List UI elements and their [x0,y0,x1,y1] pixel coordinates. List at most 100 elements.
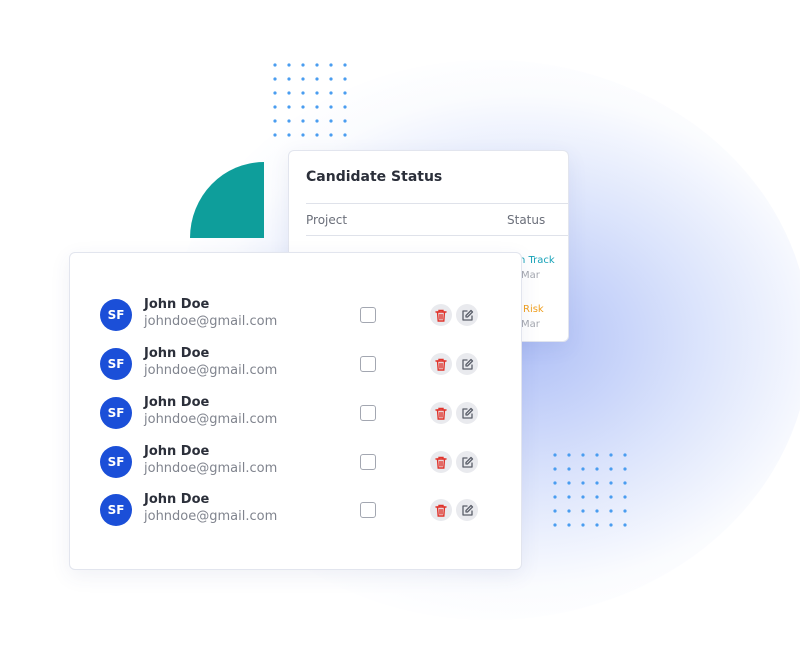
list-item: SF John Doe johndoe@gmail.com [70,297,521,339]
select-checkbox[interactable] [360,307,376,323]
dot [581,495,585,499]
candidate-status-title: Candidate Status [306,169,443,185]
dot [301,91,305,95]
dot [553,509,557,513]
trash-icon [435,358,447,371]
avatar: SF [100,299,132,331]
avatar: SF [100,348,132,380]
user-email: johndoe@gmail.com [144,509,278,524]
dot [301,133,305,137]
delete-button[interactable] [430,304,452,326]
dot [581,481,585,485]
dot [595,495,599,499]
edit-button[interactable] [456,304,478,326]
delete-button[interactable] [430,499,452,521]
dot [581,467,585,471]
dot [343,63,347,67]
dot [567,467,571,471]
trash-icon [435,456,447,469]
dot [287,133,291,137]
edit-button[interactable] [456,353,478,375]
dot [595,523,599,527]
dot [623,509,627,513]
avatar-initials: SF [107,503,125,517]
avatar: SF [100,397,132,429]
dot-grid-top [272,62,352,142]
dot [301,119,305,123]
column-header-project: Project [306,213,348,227]
user-email: johndoe@gmail.com [144,412,278,427]
dot [287,63,291,67]
dot [329,91,333,95]
dot [623,467,627,471]
user-email: johndoe@gmail.com [144,363,278,378]
dot [273,91,277,95]
delete-button[interactable] [430,402,452,424]
list-item: SF John Doe johndoe@gmail.com [70,346,521,388]
user-name: John Doe [144,297,210,312]
user-name: John Doe [144,492,210,507]
dot [273,105,277,109]
avatar: SF [100,446,132,478]
user-email: johndoe@gmail.com [144,461,278,476]
trash-icon [435,504,447,517]
user-name: John Doe [144,395,210,410]
dot [553,453,557,457]
dot [287,77,291,81]
divider [306,235,568,236]
dot [609,467,613,471]
select-checkbox[interactable] [360,356,376,372]
dot [623,523,627,527]
edit-button[interactable] [456,402,478,424]
dot [301,63,305,67]
status-label: Risk [523,304,544,315]
select-checkbox[interactable] [360,405,376,421]
dot [329,105,333,109]
user-list-card: SF John Doe johndoe@gmail.com SF John Do… [69,252,522,570]
dot [553,523,557,527]
dot [595,467,599,471]
dot [343,105,347,109]
edit-button[interactable] [456,499,478,521]
dot [273,133,277,137]
column-header-status: Status [507,213,546,227]
delete-button[interactable] [430,353,452,375]
dot [553,467,557,471]
user-name: John Doe [144,346,210,361]
list-item: SF John Doe johndoe@gmail.com [70,444,521,486]
select-checkbox[interactable] [360,502,376,518]
dot [581,453,585,457]
edit-icon [461,504,473,516]
avatar-initials: SF [107,308,125,322]
trash-icon [435,309,447,322]
dot [329,63,333,67]
dot [273,77,277,81]
dot-grid-bottom [552,452,632,532]
delete-button[interactable] [430,451,452,473]
dot [315,63,319,67]
dot [343,91,347,95]
dot [623,481,627,485]
avatar-initials: SF [107,455,125,469]
dot [315,133,319,137]
dot [315,77,319,81]
dot [623,453,627,457]
user-name: John Doe [144,444,210,459]
divider [306,203,568,204]
dot [623,495,627,499]
select-checkbox[interactable] [360,454,376,470]
trash-icon [435,407,447,420]
dot [609,523,613,527]
user-email: johndoe@gmail.com [144,314,278,329]
dot [343,77,347,81]
dot [343,119,347,123]
dot [301,77,305,81]
dot [581,509,585,513]
avatar: SF [100,494,132,526]
dot [301,105,305,109]
edit-icon [461,407,473,419]
dot [287,119,291,123]
dot [343,133,347,137]
dot [315,91,319,95]
edit-button[interactable] [456,451,478,473]
